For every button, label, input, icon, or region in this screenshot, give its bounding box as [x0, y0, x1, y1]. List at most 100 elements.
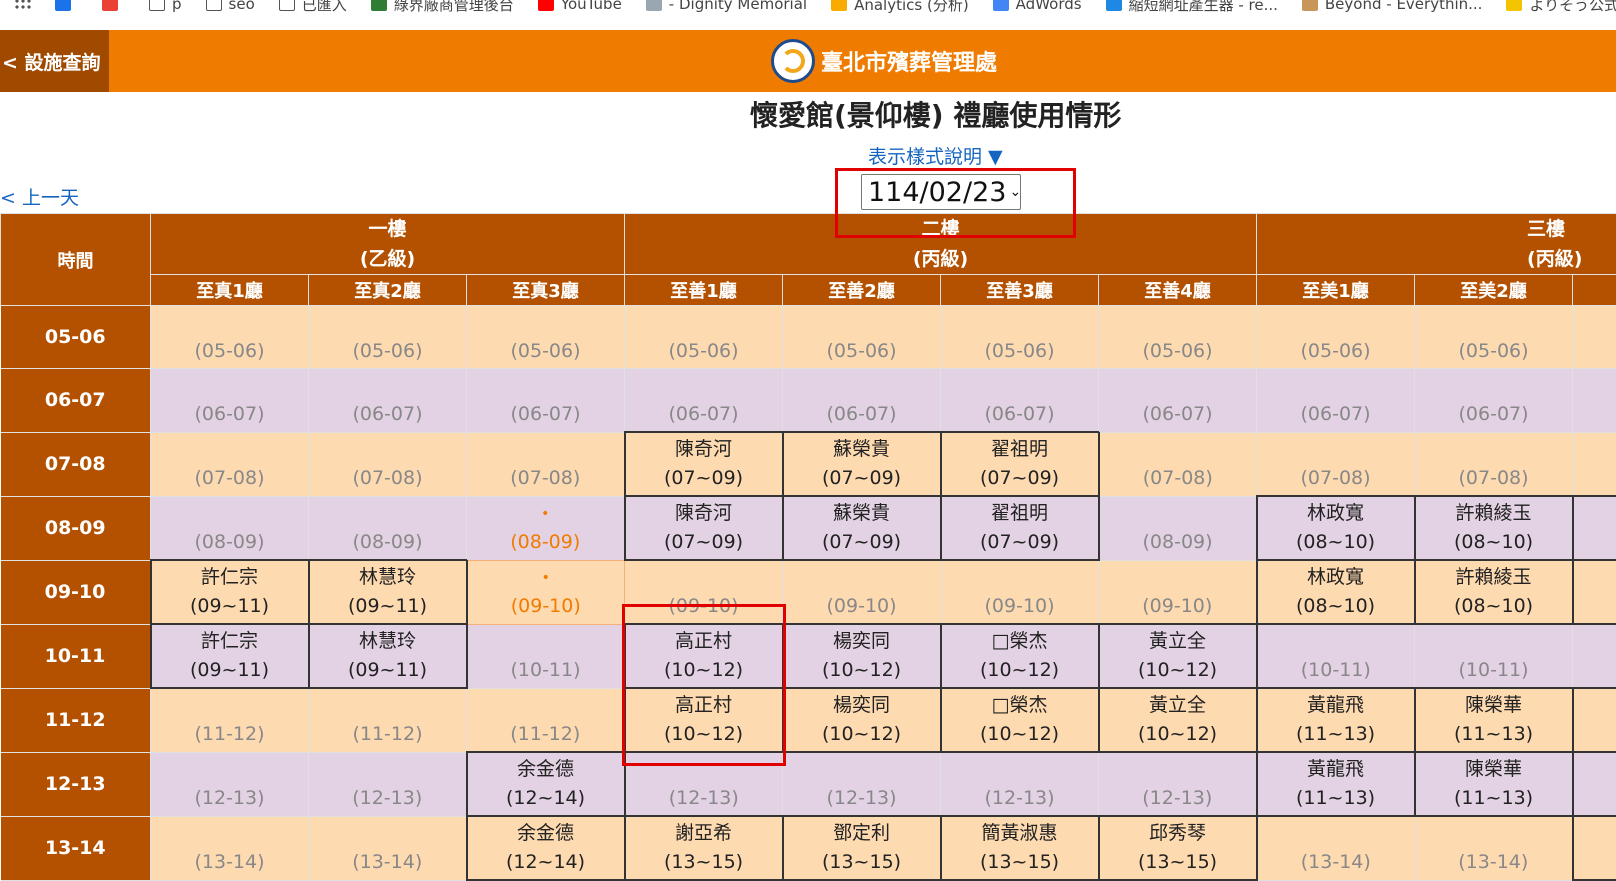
- schedule-cell[interactable]: (12-13): [941, 752, 1099, 816]
- schedule-cell[interactable]: 許仁宗(09~11): [151, 560, 309, 624]
- prev-day-link[interactable]: < 上一天: [0, 183, 79, 210]
- schedule-cell[interactable]: 林政寬(08~10): [1257, 496, 1415, 560]
- schedule-cell[interactable]: [1573, 752, 1616, 816]
- schedule-cell[interactable]: (08-09): [309, 496, 467, 560]
- schedule-cell[interactable]: 楊奕同(10~12): [783, 688, 941, 752]
- schedule-cell[interactable]: 許仁宗(09~11): [151, 624, 309, 688]
- schedule-cell[interactable]: (12-13): [783, 752, 941, 816]
- schedule-cell[interactable]: 楊奕同(10~12): [783, 624, 941, 688]
- legend-toggle-link[interactable]: 表示樣式說明 ▼: [868, 142, 1003, 169]
- schedule-cell[interactable]: 陳奇河(07~09): [625, 432, 783, 496]
- schedule-cell[interactable]: (13-14): [1415, 816, 1573, 880]
- bookmark-item[interactable]: 已匯入: [279, 0, 347, 12]
- bookmark-item[interactable]: seo: [206, 0, 255, 12]
- schedule-cell[interactable]: (05-06): [151, 306, 309, 369]
- schedule-cell[interactable]: (11-12): [151, 688, 309, 752]
- schedule-cell[interactable]: [1573, 624, 1616, 688]
- schedule-cell[interactable]: 謝亞希(13~15): [625, 816, 783, 880]
- schedule-cell[interactable]: (07-08): [309, 432, 467, 496]
- schedule-cell[interactable]: (05-06): [1415, 306, 1573, 369]
- schedule-cell[interactable]: [1573, 306, 1616, 369]
- schedule-cell[interactable]: (05-06): [309, 306, 467, 369]
- bookmark-item[interactable]: [55, 0, 78, 12]
- schedule-cell[interactable]: (13-14): [151, 816, 309, 880]
- schedule-cell[interactable]: 陳榮華(11~13): [1415, 688, 1573, 752]
- schedule-cell[interactable]: 蘇榮貴(07~09): [783, 496, 941, 560]
- schedule-cell[interactable]: [1573, 496, 1616, 560]
- schedule-cell[interactable]: •(08-09): [467, 496, 625, 560]
- bookmark-item[interactable]: Beyond - Everythin...: [1302, 0, 1483, 12]
- schedule-cell[interactable]: 黃立全(10~12): [1099, 624, 1257, 688]
- schedule-cell[interactable]: [1573, 688, 1616, 752]
- schedule-cell[interactable]: 黃龍飛(11~13): [1257, 688, 1415, 752]
- schedule-cell[interactable]: (06-07): [783, 369, 941, 433]
- schedule-cell[interactable]: (10-11): [467, 624, 625, 688]
- schedule-cell[interactable]: (06-07): [625, 369, 783, 433]
- schedule-cell[interactable]: (13-14): [309, 816, 467, 880]
- bookmark-item[interactable]: AdWords: [993, 0, 1082, 12]
- schedule-cell[interactable]: (06-07): [467, 369, 625, 433]
- back-to-facility-search-button[interactable]: < 設施查詢: [0, 30, 109, 92]
- schedule-cell[interactable]: •(09-10): [467, 560, 625, 624]
- schedule-cell[interactable]: 余金德(12~14): [467, 752, 625, 816]
- schedule-cell[interactable]: (05-06): [1257, 306, 1415, 369]
- schedule-cell[interactable]: (05-06): [783, 306, 941, 369]
- schedule-cell[interactable]: 蘇榮貴(07~09): [783, 432, 941, 496]
- schedule-cell[interactable]: (07-08): [1099, 432, 1257, 496]
- bookmark-item[interactable]: [102, 0, 125, 12]
- schedule-cell[interactable]: (10-11): [1415, 624, 1573, 688]
- schedule-cell[interactable]: (11-12): [467, 688, 625, 752]
- schedule-cell[interactable]: [1573, 816, 1616, 880]
- schedule-cell[interactable]: 許賴綾玉(08~10): [1415, 560, 1573, 624]
- schedule-cell[interactable]: (07-08): [1415, 432, 1573, 496]
- schedule-cell[interactable]: 翟祖明(07~09): [941, 432, 1099, 496]
- schedule-cell[interactable]: (07-08): [151, 432, 309, 496]
- schedule-cell[interactable]: (09-10): [783, 560, 941, 624]
- schedule-cell[interactable]: (08-09): [151, 496, 309, 560]
- schedule-cell[interactable]: (09-10): [1099, 560, 1257, 624]
- schedule-cell[interactable]: (10-11): [1257, 624, 1415, 688]
- schedule-cell[interactable]: 余金德(12~14): [467, 816, 625, 880]
- bookmark-item[interactable]: - Dignity Memorial: [646, 0, 807, 12]
- schedule-cell[interactable]: 陳榮華(11~13): [1415, 752, 1573, 816]
- schedule-cell[interactable]: (12-13): [625, 752, 783, 816]
- schedule-cell[interactable]: (07-08): [1257, 432, 1415, 496]
- schedule-cell[interactable]: (05-06): [467, 306, 625, 369]
- schedule-cell[interactable]: (06-07): [1415, 369, 1573, 433]
- schedule-cell[interactable]: (06-07): [1257, 369, 1415, 433]
- schedule-cell[interactable]: (07-08): [467, 432, 625, 496]
- schedule-cell[interactable]: [1573, 369, 1616, 433]
- schedule-cell[interactable]: 林政寬(08~10): [1257, 560, 1415, 624]
- schedule-cell[interactable]: (05-06): [941, 306, 1099, 369]
- schedule-cell[interactable]: (06-07): [309, 369, 467, 433]
- schedule-cell[interactable]: (05-06): [1099, 306, 1257, 369]
- schedule-cell[interactable]: (13-14): [1257, 816, 1415, 880]
- bookmark-item[interactable]: 綠界廠商管理後台: [371, 0, 514, 12]
- schedule-cell[interactable]: (09-10): [625, 560, 783, 624]
- schedule-cell[interactable]: 鄧定利(13~15): [783, 816, 941, 880]
- bookmark-item[interactable]: YouTube: [538, 0, 622, 12]
- schedule-cell[interactable]: 簡黃淑惠(13~15): [941, 816, 1099, 880]
- schedule-cell[interactable]: (08-09): [1099, 496, 1257, 560]
- org-brand[interactable]: 臺北市殯葬管理處: [771, 30, 997, 92]
- schedule-cell[interactable]: (12-13): [151, 752, 309, 816]
- schedule-cell[interactable]: 林慧玲(09~11): [309, 560, 467, 624]
- schedule-cell[interactable]: (11-12): [309, 688, 467, 752]
- schedule-cell[interactable]: (06-07): [941, 369, 1099, 433]
- schedule-cell[interactable]: 林慧玲(09~11): [309, 624, 467, 688]
- schedule-cell[interactable]: 高正村(10~12): [625, 688, 783, 752]
- schedule-cell[interactable]: [1573, 432, 1616, 496]
- schedule-cell[interactable]: (12-13): [309, 752, 467, 816]
- schedule-cell[interactable]: (06-07): [151, 369, 309, 433]
- date-select[interactable]: 114/02/23 ⌄: [861, 174, 1021, 210]
- schedule-cell[interactable]: 黃龍飛(11~13): [1257, 752, 1415, 816]
- schedule-cell[interactable]: (05-06): [625, 306, 783, 369]
- bookmark-item[interactable]: [14, 0, 31, 12]
- schedule-cell[interactable]: 陳奇河(07~09): [625, 496, 783, 560]
- schedule-cell[interactable]: (12-13): [1099, 752, 1257, 816]
- schedule-cell[interactable]: [1573, 560, 1616, 624]
- schedule-cell[interactable]: 邱秀琴(13~15): [1099, 816, 1257, 880]
- schedule-cell[interactable]: 黃立全(10~12): [1099, 688, 1257, 752]
- schedule-cell[interactable]: 翟祖明(07~09): [941, 496, 1099, 560]
- bookmark-item[interactable]: 縮短網址產生器 - re...: [1106, 0, 1278, 12]
